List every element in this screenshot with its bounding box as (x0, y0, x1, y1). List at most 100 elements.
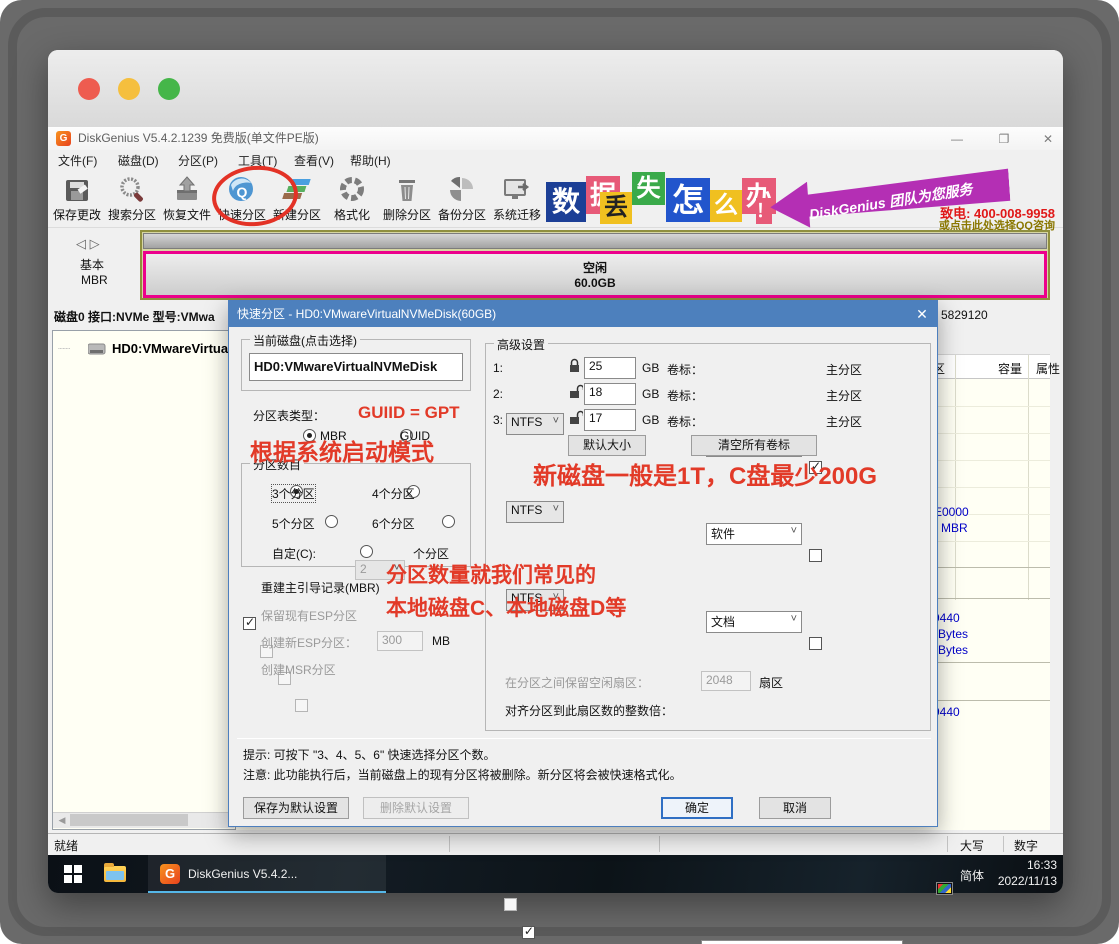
app-title: DiskGenius V5.4.2.1239 免费版(单文件PE版) (78, 127, 319, 150)
cancel-button[interactable]: 取消 (759, 797, 831, 819)
file-explorer-icon[interactable] (104, 866, 126, 882)
lock-closed-icon[interactable] (568, 358, 581, 374)
radio-5-partitions[interactable] (325, 515, 338, 528)
menu-file[interactable]: 文件(F) (58, 150, 97, 172)
mac-minimize-button[interactable] (118, 78, 140, 100)
menu-view[interactable]: 查看(V) (294, 150, 334, 172)
taskbar-app-title: DiskGenius V5.4.2... (188, 867, 297, 881)
rebuild-mbr-label[interactable]: 重建主引导记录(MBR) (261, 579, 380, 596)
dialog-title: 快速分区 - HD0:VMwareVirtualNVMeDisk(60GB) (237, 301, 496, 327)
msr-checkbox[interactable] (295, 699, 308, 712)
toolbar-label: 系统迁移 (489, 206, 545, 223)
esp-size-input[interactable]: 300 (377, 631, 423, 651)
radio-5-partitions-label[interactable]: 5个分区 (272, 515, 315, 532)
section-divider (930, 567, 1050, 568)
disk-table-type: MBR (81, 273, 108, 287)
taskbar-clock-date[interactable]: 2022/11/13 (990, 874, 1057, 888)
advanced-settings-label: 高级设置 (494, 336, 548, 353)
annotation-count-1: 分区数量就我们常见的 (386, 559, 596, 589)
row1-volume-caption: 卷标： (667, 361, 703, 378)
row2-primary-label[interactable]: 主分区 (826, 387, 862, 404)
banner-tile[interactable]: 失 (632, 172, 665, 205)
lock-open-icon[interactable] (568, 410, 583, 426)
minimize-icon[interactable]: — (945, 129, 969, 149)
row2-volume-select[interactable]: 软件 (706, 523, 802, 545)
toolbar-system-migrate[interactable]: 系统迁移 (489, 175, 545, 227)
mac-zoom-button[interactable] (158, 78, 180, 100)
banner-tile[interactable]: 数 (546, 182, 586, 222)
row3-volume-select[interactable]: 文档 (706, 611, 802, 633)
row2-volume-caption: 卷标： (667, 387, 703, 404)
row3-index: 3: (493, 413, 503, 427)
row2-primary-checkbox[interactable] (809, 549, 822, 562)
toolbar-format[interactable]: 格式化 (324, 175, 380, 227)
radio-3-partitions-label[interactable]: 3个分区 (272, 485, 315, 502)
taskbar-language[interactable]: 简体 (960, 867, 984, 884)
partition-block-free[interactable]: 空闲 60.0GB (143, 251, 1047, 298)
status-ready: 就绪 (54, 837, 78, 854)
row3-size-input[interactable]: 17 (584, 409, 636, 431)
ok-button[interactable]: 确定 (661, 797, 733, 819)
dialog-close-icon[interactable]: ✕ (907, 301, 937, 327)
start-button[interactable] (64, 865, 82, 883)
format-icon (337, 175, 367, 205)
toolbar-backup-partition[interactable]: 备份分区 (434, 175, 490, 227)
annotation-guid-gpt: GUIID = GPT (358, 403, 460, 423)
section-divider (930, 598, 1050, 599)
mac-close-button[interactable] (78, 78, 100, 100)
taskbar-clock-time[interactable]: 16:33 (995, 858, 1057, 872)
free-sectors-checkbox[interactable] (504, 898, 517, 911)
status-num: 数字 (1014, 837, 1038, 854)
tree-hscroll-thumb[interactable] (70, 814, 188, 826)
align-label[interactable]: 对齐分区到此扇区数的整数倍： (505, 702, 673, 719)
align-select[interactable]: 2048 扇区 (1048576 字节) (701, 940, 903, 944)
row1-primary-label[interactable]: 主分区 (826, 361, 862, 378)
property-value: E0000 (934, 505, 969, 519)
menu-help[interactable]: 帮助(H) (350, 150, 391, 172)
radio-custom-count-label[interactable]: 自定(C): (272, 545, 316, 562)
menu-disk[interactable]: 磁盘(D) (118, 150, 159, 172)
clear-labels-button[interactable]: 清空所有卷标 (691, 435, 817, 456)
tree-item-disk0[interactable]: HD0:VMwareVirtual (112, 341, 232, 356)
row1-size-input[interactable]: 25 (584, 357, 636, 379)
menu-partition[interactable]: 分区(P) (178, 150, 218, 172)
radio-custom-count[interactable] (360, 545, 373, 558)
banner-tile[interactable]: ！ (756, 198, 772, 224)
banner-tile[interactable]: 丢 (600, 192, 632, 224)
screenshot-canvas: G DiskGenius V5.4.2.1239 免费版(单文件PE版) — ❐… (0, 0, 1119, 944)
new-esp-label: 创建新ESP分区： (261, 634, 357, 651)
toolbar-delete-partition[interactable]: 删除分区 (379, 175, 435, 227)
scroll-left-arrow[interactable]: ◀ (55, 814, 69, 826)
banner-tile[interactable]: 怎 (666, 178, 710, 222)
diskmap-nav-arrows[interactable]: ◁ ▷ (76, 236, 100, 252)
row3-primary-label[interactable]: 主分区 (826, 413, 862, 430)
toolbar-save-changes[interactable]: 保存更改 (49, 175, 105, 227)
tree-branch-line: ┈┈ (58, 344, 70, 355)
keep-esp-label: 保留现有ESP分区 (261, 607, 357, 624)
toolbar-recover-files[interactable]: 恢复文件 (159, 175, 215, 227)
diskmap-header-strip (143, 233, 1047, 249)
lock-open-icon[interactable] (568, 384, 583, 400)
row2-fs-select[interactable]: NTFS (506, 501, 564, 523)
rebuild-mbr-checkbox[interactable] (243, 617, 256, 630)
app-icon: G (56, 131, 71, 146)
col-header-attr: 属性 (1036, 360, 1060, 377)
banner-tile[interactable]: 么 (710, 190, 742, 222)
toolbar-search-partition[interactable]: 搜索分区 (104, 175, 160, 227)
restore-icon[interactable]: ❐ (992, 129, 1016, 149)
align-checkbox[interactable] (522, 926, 535, 939)
save-default-button[interactable]: 保存为默认设置 (243, 797, 349, 819)
row3-primary-checkbox[interactable] (809, 637, 822, 650)
default-size-button[interactable]: 默认大小 (568, 435, 646, 456)
free-sectors-input[interactable]: 2048 (701, 671, 751, 691)
delete-default-button[interactable]: 删除默认设置 (363, 797, 469, 819)
radio-4-partitions-label[interactable]: 4个分区 (372, 485, 415, 502)
row1-fs-select[interactable]: NTFS (506, 413, 564, 435)
radio-6-partitions-label[interactable]: 6个分区 (372, 515, 415, 532)
language-tray-icon[interactable] (936, 882, 953, 895)
current-disk-box[interactable]: HD0:VMwareVirtualNVMeDisk (249, 353, 463, 381)
row2-size-input[interactable]: 18 (584, 383, 636, 405)
dialog-hint: 提示: 可按下 "3、4、5、6" 快速选择分区个数。 (243, 746, 496, 763)
toolbar-label: 搜索分区 (104, 206, 160, 223)
close-icon[interactable]: ✕ (1036, 129, 1060, 149)
